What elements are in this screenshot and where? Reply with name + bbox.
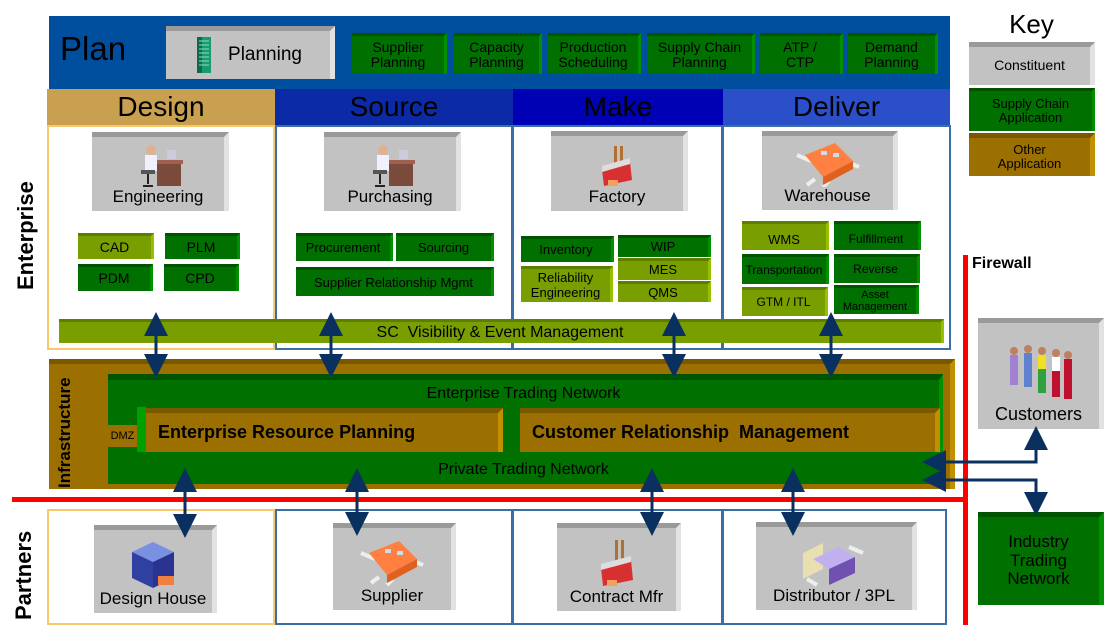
arrow-customers	[922, 426, 1048, 474]
connector-arrows	[144, 312, 1048, 538]
arrow-industry-network	[922, 468, 1048, 516]
